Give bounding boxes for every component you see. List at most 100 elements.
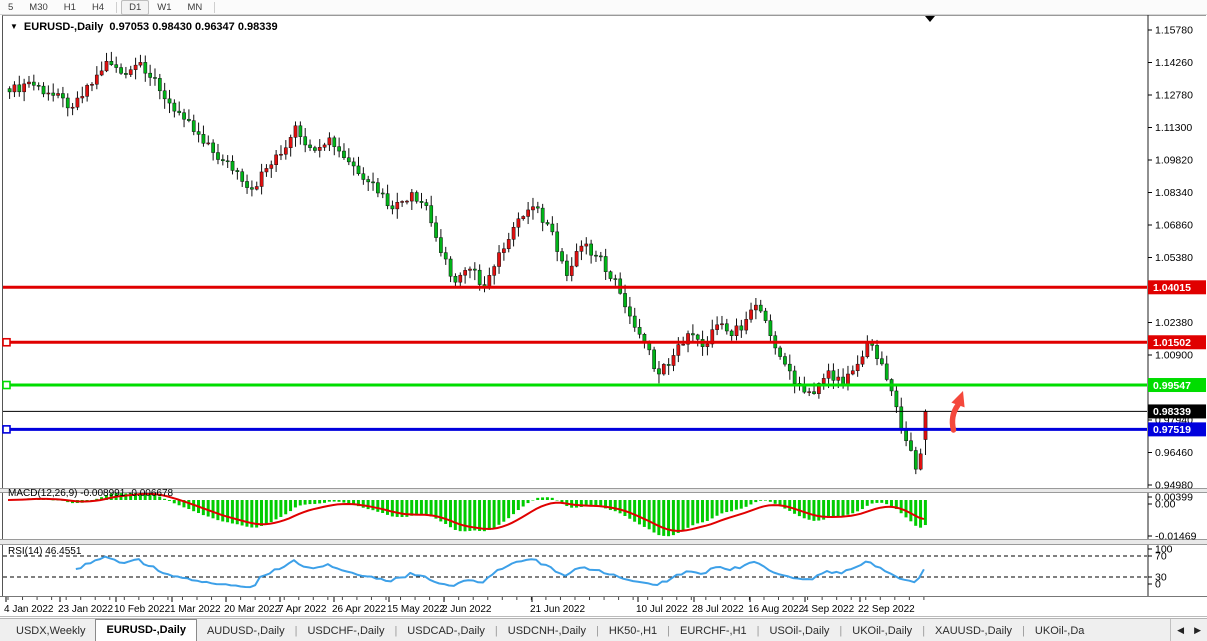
candle-up: [919, 454, 922, 469]
timeframe-button-d1[interactable]: D1: [121, 0, 149, 15]
chart-ohlc-values: 0.97053 0.98430 0.96347 0.98339: [109, 21, 277, 33]
macd-histogram-bar: [454, 500, 457, 530]
candle-down: [546, 222, 549, 224]
buy-arrow-head[interactable]: [951, 391, 964, 407]
price-tick-label: 1.11300: [1155, 122, 1192, 134]
candle-down: [61, 94, 64, 98]
timeframe-button-mn[interactable]: MN: [180, 0, 211, 15]
macd-histogram-bar: [415, 500, 418, 516]
candle-down: [308, 145, 311, 148]
rsi-line: [76, 557, 924, 588]
candle-down: [178, 111, 181, 113]
candle-up: [468, 269, 471, 270]
chart-tab-hk50-h1[interactable]: HK50-,H1: [599, 621, 667, 641]
timeframe-button-5[interactable]: 5: [0, 0, 21, 15]
tab-scroll-left-icon[interactable]: ◀: [1177, 625, 1184, 636]
candle-down: [478, 270, 481, 284]
timeframe-button-h1[interactable]: H1: [56, 0, 84, 15]
candle-down: [628, 307, 631, 316]
chart-tabs: USDX,WeeklyEURUSD-,DailyAUDUSD-,Daily|US…: [0, 619, 1170, 641]
chart-tab-ukoil-da[interactable]: UKOil-,Da: [1025, 621, 1095, 641]
candle-down: [192, 121, 195, 132]
chart-tab-usdcad-daily[interactable]: USDCAD-,Daily: [397, 621, 495, 641]
candle-up: [749, 310, 752, 319]
macd-histogram-bar: [677, 500, 680, 533]
chart-tab-usdx-weekly[interactable]: USDX,Weekly: [6, 621, 95, 641]
rsi-indicator-label: RSI(14) 46.4551: [8, 546, 81, 557]
macd-histogram-bar: [497, 500, 500, 525]
macd-axis-label: 0.00: [1155, 499, 1176, 511]
macd-histogram-bar: [168, 500, 171, 501]
candle-down: [37, 85, 40, 86]
candle-up: [459, 275, 462, 282]
macd-histogram-bar: [367, 500, 370, 509]
timeframe-button-m30[interactable]: M30: [21, 0, 55, 15]
symbol-dropdown-icon[interactable]: ▼: [10, 22, 18, 31]
candle-up: [81, 96, 84, 98]
candle-up: [502, 249, 505, 253]
candle-up: [507, 239, 510, 248]
candle-up: [71, 107, 74, 108]
candle-up: [279, 154, 282, 155]
candle-down: [182, 113, 185, 120]
candle-down: [779, 348, 782, 357]
macd-values: -0.008991 -0.006678: [80, 488, 173, 499]
chart-tab-usdchf-daily[interactable]: USDCHF-,Daily: [297, 621, 394, 641]
tab-scroll-right-icon[interactable]: ▶: [1194, 625, 1201, 636]
macd-histogram-bar: [212, 500, 215, 518]
macd-histogram-bar: [522, 500, 525, 507]
macd-histogram-bar: [531, 500, 534, 501]
rsi-layer: [3, 556, 1147, 587]
chart-tab-eurchf-h1[interactable]: EURCHF-,H1: [670, 621, 757, 641]
timeframe-button-h4[interactable]: H4: [84, 0, 112, 15]
chart-tab-xauusd-daily[interactable]: XAUUSD-,Daily: [925, 621, 1022, 641]
date-label: 20 Mar 2022: [224, 604, 281, 615]
macd-histogram-bar: [657, 500, 660, 535]
date-label: 2 Jun 2022: [442, 604, 492, 615]
macd-histogram-bar: [318, 500, 321, 503]
candle-up: [289, 137, 292, 147]
macd-histogram-bar: [623, 500, 626, 516]
macd-histogram-bar: [488, 500, 491, 530]
macd-histogram-bar: [803, 500, 806, 518]
macd-histogram-bar: [342, 500, 345, 503]
candle-down: [371, 182, 374, 183]
chart-tab-audusd-daily[interactable]: AUDUSD-,Daily: [197, 621, 295, 641]
macd-histogram-bar: [371, 500, 374, 510]
macd-histogram-bar: [226, 500, 229, 522]
candle-down: [909, 441, 912, 451]
macd-histogram-bar: [812, 500, 815, 521]
chart-tab-ukoil-daily[interactable]: UKOil-,Daily: [842, 621, 922, 641]
candle-up: [265, 168, 268, 172]
buy-arrow-shaft[interactable]: [952, 405, 958, 430]
chart-tab-usdcnh-daily[interactable]: USDCNH-,Daily: [498, 621, 596, 641]
candle-down: [880, 359, 883, 364]
chart-tab-usoil-daily[interactable]: USOil-,Daily: [760, 621, 840, 641]
candle-up: [682, 344, 685, 345]
macd-histogram-bar: [725, 500, 728, 512]
support-line-green-handle[interactable]: [3, 382, 10, 389]
macd-histogram-bar: [478, 500, 481, 531]
macd-histogram-bar: [740, 500, 743, 509]
support-line-blue-handle[interactable]: [3, 426, 10, 433]
macd-histogram-bar: [662, 500, 665, 536]
candle-up: [580, 246, 583, 251]
macd-histogram-bar: [769, 500, 772, 502]
macd-histogram-bar: [221, 500, 224, 521]
candle-down: [386, 194, 389, 206]
macd-histogram-bar: [449, 500, 452, 527]
timeframe-button-w1[interactable]: W1: [149, 0, 179, 15]
macd-histogram-bar: [575, 500, 578, 508]
candle-up: [924, 411, 927, 439]
macd-histogram-bar: [541, 497, 544, 500]
macd-histogram-bar: [459, 500, 462, 531]
resistance-line-2-handle[interactable]: [3, 339, 10, 346]
candle-down: [342, 151, 345, 158]
macd-histogram-bar: [473, 500, 476, 530]
macd-histogram-bar: [905, 500, 908, 517]
macd-histogram-bar: [759, 500, 762, 501]
support-line-blue-price-tag-label: 0.97519: [1153, 424, 1191, 436]
candle-down: [226, 161, 229, 162]
candle-up: [808, 392, 811, 393]
chart-tab-eurusd-daily[interactable]: EURUSD-,Daily: [95, 619, 196, 641]
